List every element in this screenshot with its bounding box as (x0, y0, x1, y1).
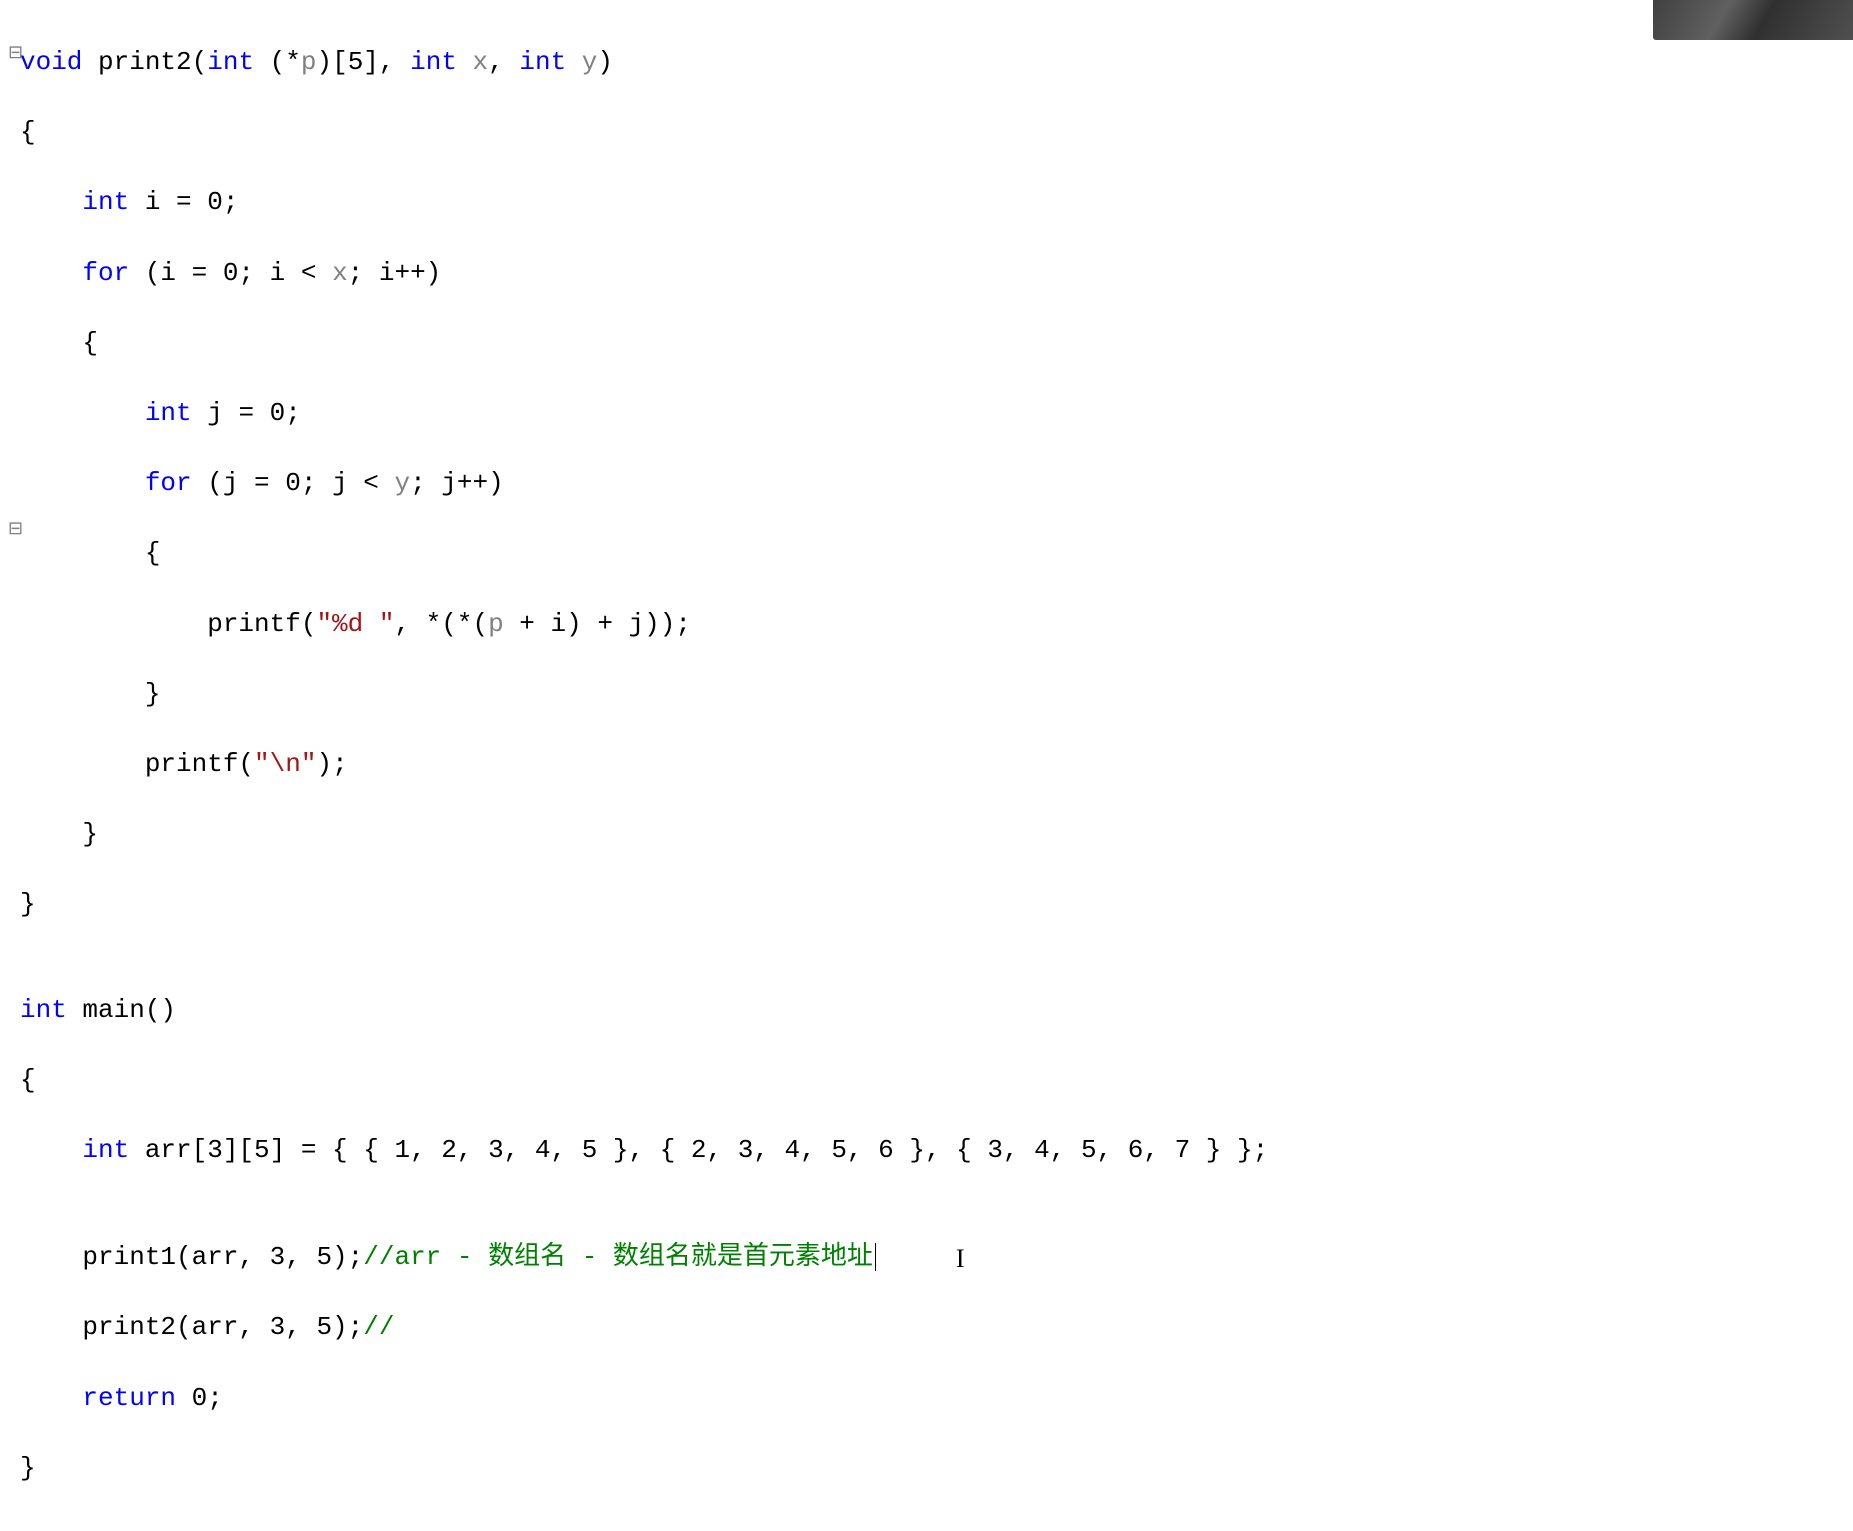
code-line: print2(arr, 3, 5);// (6, 1310, 1853, 1345)
code-line: } (6, 887, 1853, 922)
code-editor[interactable]: ⊟void print2(int (*p)[5], int x, int y) … (0, 0, 1853, 1531)
code-line: return 0; (6, 1381, 1853, 1416)
code-line: for (j = 0; j < y; j++) (6, 466, 1853, 501)
fold-marker-icon[interactable]: ⊟ (8, 518, 23, 542)
code-line: int i = 0; (6, 185, 1853, 220)
code-line: int main() (6, 993, 1853, 1028)
code-line: } (6, 817, 1853, 852)
code-line: { (6, 115, 1853, 150)
ibeam-cursor-icon: I (956, 1241, 965, 1276)
code-line: { (6, 326, 1853, 361)
code-line: int arr[3][5] = { { 1, 2, 3, 4, 5 }, { 2… (6, 1133, 1853, 1168)
webcam-overlay (1653, 0, 1853, 40)
code-line: for (i = 0; i < x; i++) (6, 256, 1853, 291)
code-line: printf("%d ", *(*(p + i) + j)); (6, 607, 1853, 642)
code-line: void print2(int (*p)[5], int x, int y) (6, 45, 1853, 80)
code-line: { (6, 536, 1853, 571)
code-line: } (6, 1451, 1853, 1486)
fold-marker-icon[interactable]: ⊟ (8, 42, 23, 66)
code-line: } (6, 677, 1853, 712)
code-line: printf("\n"); (6, 747, 1853, 782)
code-line: print1(arr, 3, 5);//arr - 数组名 - 数组名就是首元素… (6, 1238, 1853, 1275)
code-line: int j = 0; (6, 396, 1853, 431)
code-line: { (6, 1063, 1853, 1098)
text-caret-icon (875, 1243, 876, 1271)
